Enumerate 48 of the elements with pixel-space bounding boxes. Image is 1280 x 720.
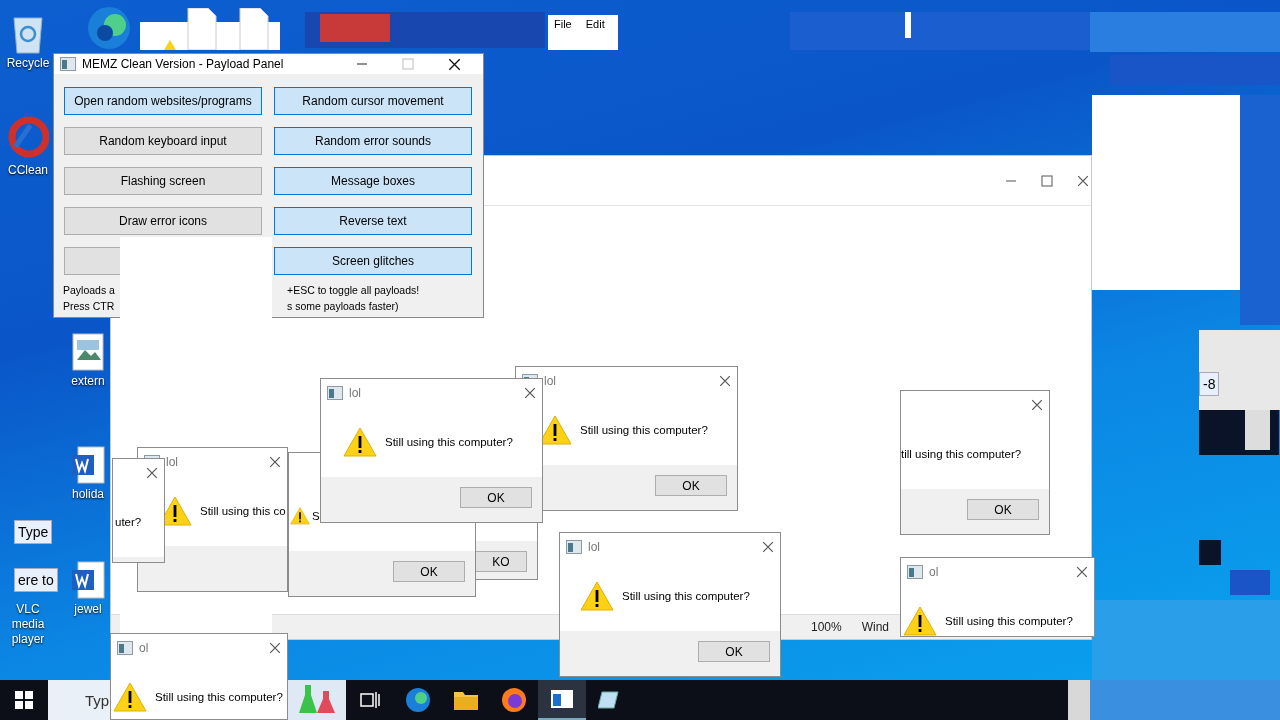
menu-item[interactable]: Edit bbox=[585, 18, 605, 47]
dialog-title: lol bbox=[588, 540, 601, 554]
window-title: MEMZ Clean Version - Payload Panel bbox=[82, 57, 285, 71]
payload-button[interactable]: Screen glitches bbox=[274, 247, 472, 275]
ok-button[interactable]: OK bbox=[698, 641, 770, 662]
status-text: Wind bbox=[861, 620, 890, 634]
payload-button[interactable]: Open random websites/programs bbox=[64, 87, 262, 115]
dialog-title: lol bbox=[166, 455, 179, 469]
dialog-title: ol bbox=[139, 641, 150, 655]
desktop-icon-label[interactable]: holida bbox=[72, 487, 104, 502]
dialog-message: Still using this computer? bbox=[155, 691, 283, 703]
dialog-message: till using this computer? bbox=[901, 448, 1022, 460]
payload-button[interactable]: Draw error icons bbox=[64, 207, 262, 235]
help-text: s some payloads faster) bbox=[287, 299, 400, 314]
payload-button[interactable]: Reverse text bbox=[274, 207, 472, 235]
desktop-icon-label[interactable]: jewel bbox=[74, 602, 102, 617]
dialog-message: Still using this computer? bbox=[580, 424, 708, 436]
dialog-title: lol bbox=[544, 374, 557, 388]
ok-button[interactable]: OK bbox=[393, 561, 465, 582]
menu-item[interactable]: File bbox=[554, 18, 572, 47]
desktop-icon-label[interactable]: extern bbox=[71, 374, 105, 389]
dialog-message: Still using this co bbox=[200, 505, 286, 517]
dialog-message: Still using this computer? bbox=[622, 590, 750, 602]
payload-button[interactable]: Flashing screen bbox=[64, 167, 262, 195]
ok-button[interactable]: KO bbox=[475, 551, 527, 572]
desktop-icon-label[interactable]: Recycle bbox=[6, 56, 50, 71]
dialog-message: Still using this computer? bbox=[385, 436, 513, 448]
status-text: 100% bbox=[811, 620, 842, 634]
desktop-icon-label[interactable]: CClean bbox=[8, 163, 48, 178]
dialog-message: S bbox=[312, 510, 320, 522]
payload-button[interactable]: Random cursor movement bbox=[274, 87, 472, 115]
text-fragment: Type bbox=[14, 520, 53, 544]
ok-button[interactable]: OK bbox=[655, 475, 727, 496]
help-text: +ESC to toggle all payloads! bbox=[287, 283, 421, 298]
dialog-message: uter? bbox=[115, 516, 142, 528]
payload-button[interactable]: Random keyboard input bbox=[64, 127, 262, 155]
dialog-title: ol bbox=[929, 565, 940, 579]
help-text: Payloads a bbox=[63, 283, 116, 298]
dialog-title: lol bbox=[349, 386, 362, 400]
text-fragment: -8 bbox=[1199, 372, 1220, 396]
payload-button[interactable]: Random error sounds bbox=[274, 127, 472, 155]
desktop-icon-label[interactable]: VLC media player bbox=[0, 602, 56, 647]
dialog-message: Still using this computer? bbox=[945, 615, 1073, 627]
help-text: Press CTR bbox=[63, 299, 116, 314]
text-fragment: ere to bbox=[14, 568, 58, 592]
ok-button[interactable]: OK bbox=[967, 499, 1039, 520]
payload-button[interactable]: Message boxes bbox=[274, 167, 472, 195]
ok-button[interactable]: OK bbox=[460, 487, 532, 508]
